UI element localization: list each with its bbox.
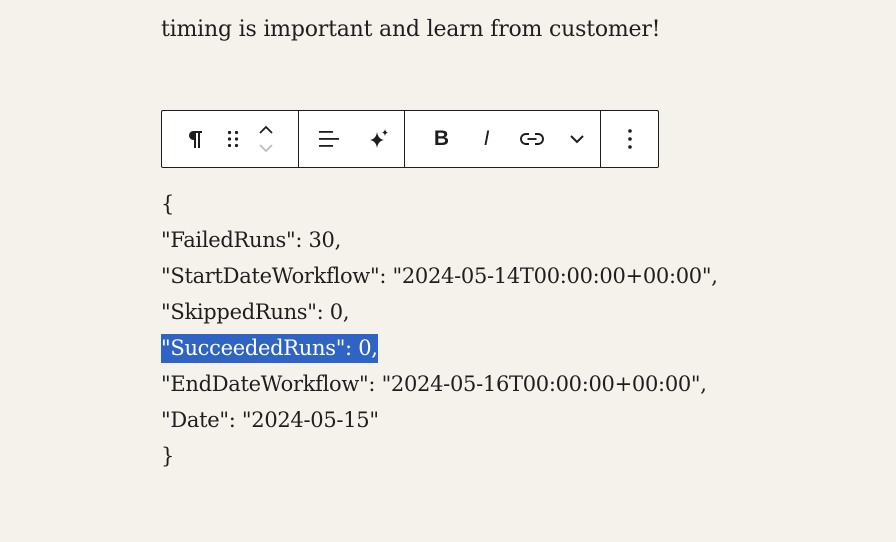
more-formatting-button[interactable]: [554, 121, 599, 157]
italic-label: I: [483, 127, 490, 150]
paragraph-block-button[interactable]: [176, 121, 214, 157]
code-line: "EndDateWorkflow": "2024-05-16T00:00:00+…: [161, 366, 718, 402]
move-up-button[interactable]: [254, 121, 278, 139]
block-options-button[interactable]: [612, 121, 648, 157]
selected-text[interactable]: "SucceededRuns": 0,: [161, 334, 378, 363]
chevron-up-icon: [259, 125, 273, 134]
toolbar-group-align: [298, 111, 404, 167]
code-line-text: "Date": "2024-05-15": [161, 408, 379, 432]
pilcrow-icon: [188, 131, 202, 148]
chevron-down-icon: [259, 144, 273, 153]
ai-assistant-button[interactable]: [361, 121, 397, 157]
toolbar-group-format: B I: [404, 111, 600, 167]
code-line-text: "StartDateWorkflow": "2024-05-14T00:00:0…: [161, 264, 718, 288]
code-line: "SkippedRuns": 0,: [161, 294, 718, 330]
paragraph-text[interactable]: timing is important and learn from custo…: [161, 14, 661, 46]
close-brace: }: [161, 444, 175, 468]
vertical-ellipsis-icon: [627, 129, 632, 149]
drag-handle-button[interactable]: [214, 121, 252, 157]
open-brace: {: [161, 192, 175, 216]
code-line: "StartDateWorkflow": "2024-05-14T00:00:0…: [161, 258, 718, 294]
code-line: "FailedRuns": 30,: [161, 222, 718, 258]
drag-handle-icon: [227, 130, 239, 148]
code-block[interactable]: { "FailedRuns": 30, "StartDateWorkflow":…: [161, 186, 718, 474]
move-down-button[interactable]: [254, 139, 278, 157]
code-line: "Date": "2024-05-15": [161, 402, 718, 438]
italic-button[interactable]: I: [464, 121, 509, 157]
chevron-down-icon: [569, 135, 584, 144]
code-line-text: "FailedRuns": 30,: [161, 228, 341, 252]
align-button[interactable]: [311, 121, 347, 157]
toolbar-group-block: [162, 111, 298, 167]
code-line-text: "EndDateWorkflow": "2024-05-16T00:00:00+…: [161, 372, 707, 396]
toolbar-group-options: [600, 111, 658, 167]
bold-label: B: [433, 127, 450, 150]
sparkle-icon: [370, 129, 388, 148]
link-button[interactable]: [509, 121, 554, 157]
link-icon: [519, 133, 544, 145]
bold-button[interactable]: B: [419, 121, 464, 157]
block-toolbar: B I: [161, 110, 659, 168]
code-line-selected: "SucceededRuns": 0,: [161, 330, 718, 366]
block-mover: [252, 117, 280, 161]
align-left-icon: [319, 131, 339, 147]
code-line-text: "SkippedRuns": 0,: [161, 300, 350, 324]
